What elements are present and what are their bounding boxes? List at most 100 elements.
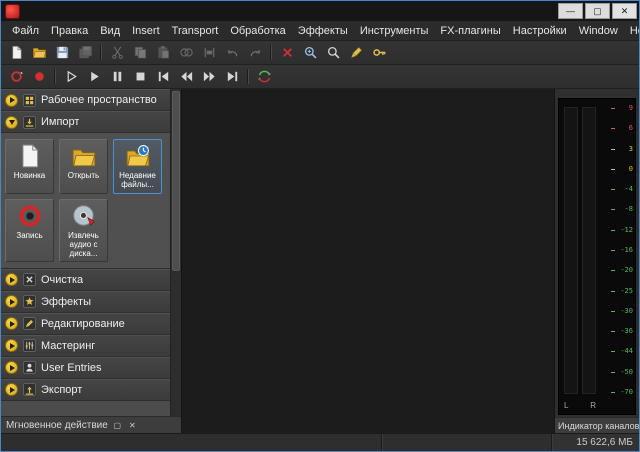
meter-scale-label: -16	[600, 245, 633, 254]
panel-scrollbar[interactable]	[170, 89, 181, 416]
section-label: Мастеринг	[41, 339, 96, 352]
new-file-button[interactable]	[5, 43, 27, 63]
menu-item-6[interactable]: Эффекты	[292, 23, 354, 39]
menu-item-1[interactable]: Правка	[45, 23, 94, 39]
meter-scale-value: 0	[628, 164, 633, 173]
pause-button[interactable]	[106, 67, 128, 87]
standard-toolbar	[1, 41, 639, 65]
delete-button[interactable]	[276, 43, 298, 63]
menu-item-0[interactable]: Файл	[6, 23, 45, 39]
save-button[interactable]	[51, 43, 73, 63]
panel-caption: Мгновенное действие ▢ ✕	[1, 416, 181, 433]
meter-scale-value: -70	[620, 387, 633, 396]
meter-tick	[611, 108, 615, 109]
go-to-end-button[interactable]	[221, 67, 243, 87]
panel-title: Мгновенное действие	[6, 419, 108, 431]
meter-scale-value: -16	[620, 245, 633, 254]
menu-item-8[interactable]: FX-плагины	[434, 23, 506, 39]
zoom-in-icon	[303, 45, 318, 60]
meter-scale-label: 0	[600, 164, 633, 173]
expand-icon[interactable]	[5, 273, 18, 287]
edit-tool-icon	[349, 45, 364, 60]
section-label: User Entries	[41, 361, 102, 374]
menu-item-5[interactable]: Обработка	[224, 23, 291, 39]
zoom-tool-button[interactable]	[299, 43, 321, 63]
script-button[interactable]	[368, 43, 390, 63]
section-header-3[interactable]: Эффекты	[1, 290, 171, 313]
import-tile-3[interactable]: Запись	[5, 199, 54, 262]
meter-caption: Индикатор каналов	[555, 417, 639, 433]
menu-item-9[interactable]: Настройки	[507, 23, 573, 39]
menu-item-11[interactable]: Help	[624, 23, 639, 39]
expand-icon[interactable]	[5, 339, 18, 353]
mastering-icon	[23, 339, 36, 352]
loop-playback-icon	[257, 69, 272, 84]
section-header-7[interactable]: Экспорт	[1, 378, 171, 401]
expand-icon[interactable]	[5, 317, 18, 331]
section-header-5[interactable]: Мастеринг	[1, 334, 171, 357]
magnify-tool-button[interactable]	[322, 43, 344, 63]
panel-close-icon[interactable]: ✕	[127, 420, 138, 431]
mix-button[interactable]	[175, 43, 197, 63]
menu-item-3[interactable]: Insert	[126, 23, 166, 39]
collapse-icon[interactable]	[5, 115, 18, 129]
menu-item-4[interactable]: Transport	[166, 23, 225, 39]
stop-button[interactable]	[129, 67, 151, 87]
loop-playback-button[interactable]	[253, 67, 275, 87]
open-file-button[interactable]	[28, 43, 50, 63]
expand-icon[interactable]	[5, 361, 18, 375]
close-button[interactable]: ✕	[612, 3, 637, 19]
maximize-button[interactable]: ▢	[585, 3, 610, 19]
meter-tick	[611, 168, 615, 170]
record-button[interactable]	[28, 67, 50, 87]
record-remote-icon	[9, 69, 24, 84]
cut-button[interactable]	[106, 43, 128, 63]
meter-tick	[611, 310, 615, 312]
save-all-button[interactable]	[74, 43, 96, 63]
section-header-2[interactable]: Очистка	[1, 268, 171, 291]
redo-button[interactable]	[244, 43, 266, 63]
copy-button[interactable]	[129, 43, 151, 63]
forward-button[interactable]	[198, 67, 220, 87]
menu-item-2[interactable]: Вид	[94, 23, 126, 39]
expand-icon[interactable]	[5, 383, 18, 397]
meter-scale-value: -20	[620, 266, 633, 275]
open-file-icon	[32, 45, 47, 60]
expand-icon[interactable]	[5, 93, 18, 107]
play-all-button[interactable]	[60, 67, 82, 87]
section-header-1[interactable]: Импорт	[1, 111, 171, 133]
trim-button[interactable]	[198, 43, 220, 63]
channel-meter[interactable]: LR 9 6 3 0 -4 -8 -12 -16 -20 -25 -30 -36 -44 -50 -70	[558, 98, 636, 415]
meter-scale-label: 9	[600, 105, 633, 112]
toolbar-separator	[54, 69, 56, 84]
menu-bar: Файл Правка Вид Insert Transport Обработка Эфф…	[1, 21, 639, 41]
paste-button[interactable]	[152, 43, 174, 63]
import-tile-4[interactable]: Извлечь аудио с диска...	[59, 199, 108, 262]
section-header-0[interactable]: Рабочее пространство	[1, 89, 171, 111]
rewind-button[interactable]	[175, 67, 197, 87]
panel-maximize-icon[interactable]: ▢	[112, 420, 123, 431]
import-tile-1[interactable]: Открыть	[59, 139, 108, 194]
menu-item-7[interactable]: Инструменты	[354, 23, 435, 39]
section-header-6[interactable]: User Entries	[1, 356, 171, 379]
memory-indicator: 15 622,6 МБ	[551, 434, 639, 451]
menu-item-10[interactable]: Window	[573, 23, 624, 39]
import-tile-2[interactable]: Недавние файлы...	[113, 139, 162, 194]
import-tile-0[interactable]: Новинка	[5, 139, 54, 194]
panel-scrollbar-thumb[interactable]	[172, 91, 180, 271]
meter-scale-label: -36	[600, 328, 633, 335]
undo-button[interactable]	[221, 43, 243, 63]
stop-icon	[133, 69, 148, 84]
minimize-button[interactable]: —	[558, 3, 583, 19]
workspace	[182, 89, 554, 433]
edit-tool-button[interactable]	[345, 43, 367, 63]
user-entries-icon	[23, 361, 36, 374]
remote-record-button[interactable]	[5, 67, 27, 87]
section-header-4[interactable]: Редактирование	[1, 312, 171, 335]
meter-tick	[611, 229, 615, 231]
section-label: Экспорт	[41, 383, 83, 396]
expand-icon[interactable]	[5, 295, 18, 309]
play-button[interactable]	[83, 67, 105, 87]
go-to-start-button[interactable]	[152, 67, 174, 87]
chevron-right-icon	[9, 320, 15, 327]
